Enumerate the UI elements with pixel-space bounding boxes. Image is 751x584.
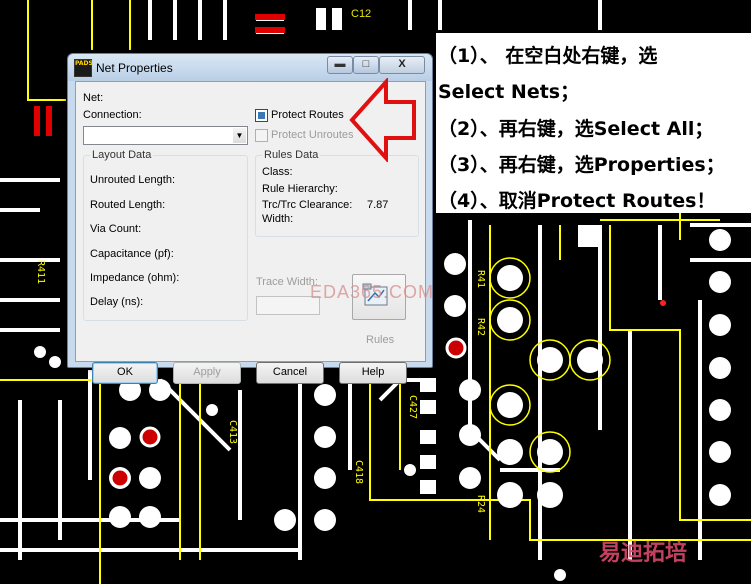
- corner-watermark: 易迪拓培: [599, 541, 688, 566]
- eda365-watermark: EDA365.COM: [310, 282, 435, 302]
- instruction-line-4: （3）、再右键，选Properties；: [438, 154, 725, 176]
- connection-dropdown[interactable]: ▼: [83, 126, 248, 145]
- instruction-panel: （1）、 在空白处右键，选 Select Nets； （2）、再右键，选Sele…: [436, 33, 751, 213]
- pads-app-icon: PADS: [74, 59, 93, 77]
- pcb-red-marker: [660, 300, 666, 306]
- minimize-button[interactable]: ▬: [327, 56, 353, 74]
- unrouted-length-label: Unrouted Length:: [90, 174, 176, 186]
- trc-clearance-value: 7.87: [367, 199, 389, 211]
- via-count-label: Via Count:: [90, 223, 142, 235]
- silk-label: C413: [227, 420, 238, 444]
- rules-data-group: Rules Data Class: Rule Hierarchy: Trc/Tr…: [255, 149, 419, 237]
- trc-clearance-label: Trc/Trc Clearance:: [262, 199, 353, 211]
- impedance-label: Impedance (ohm):: [90, 272, 180, 284]
- instruction-line-5: （4）、取消Protect Routes！: [438, 190, 716, 212]
- capacitance-label: Capacitance (pf):: [90, 248, 174, 260]
- width-label: Width:: [262, 213, 294, 225]
- rules-button-label: Rules: [366, 334, 395, 346]
- annotation-arrow-icon: [349, 78, 416, 162]
- trace-width-label: Trace Width:: [256, 276, 318, 288]
- silk-label: R41: [475, 270, 486, 288]
- apply-button[interactable]: Apply: [173, 362, 241, 384]
- close-button[interactable]: X: [379, 56, 425, 74]
- routed-length-label: Routed Length:: [90, 199, 166, 211]
- instruction-line-1: （1）、 在空白处右键，选: [438, 45, 658, 67]
- instruction-line-3: （2）、再右键，选Select All；: [438, 118, 714, 140]
- net-label: Net:: [83, 92, 104, 104]
- help-button[interactable]: Help: [339, 362, 407, 384]
- chevron-down-icon[interactable]: ▼: [233, 128, 246, 143]
- layout-data-title: Layout Data: [90, 149, 154, 161]
- dialog-title: Net Properties: [96, 61, 173, 75]
- ok-button[interactable]: OK: [92, 362, 158, 384]
- protect-unroutes-label: Protect Unroutes: [271, 129, 354, 141]
- silk-label: R42: [475, 318, 486, 336]
- silk-label: R24: [475, 495, 486, 513]
- protect-routes-checkbox[interactable]: [255, 109, 268, 122]
- silk-label: R411: [35, 260, 46, 284]
- silk-label: C418: [353, 460, 364, 484]
- dialog-titlebar[interactable]: PADS Net Properties ▬ □ X: [68, 54, 432, 81]
- silk-label: C427: [407, 395, 418, 419]
- delay-label: Delay (ns):: [90, 296, 144, 308]
- layout-data-group: Layout Data Unrouted Length: Routed Leng…: [83, 149, 248, 321]
- rules-data-title: Rules Data: [262, 149, 321, 161]
- connection-label: Connection:: [83, 109, 142, 121]
- cancel-button[interactable]: Cancel: [256, 362, 324, 384]
- component-label-c12: C12: [351, 8, 372, 20]
- rule-hierarchy-label: Rule Hierarchy:: [262, 183, 338, 195]
- protect-unroutes-checkbox[interactable]: [255, 129, 268, 142]
- class-label: Class:: [262, 166, 293, 178]
- protect-routes-label[interactable]: Protect Routes: [271, 109, 344, 121]
- maximize-button[interactable]: □: [353, 56, 379, 74]
- instruction-line-2: Select Nets；: [438, 81, 580, 103]
